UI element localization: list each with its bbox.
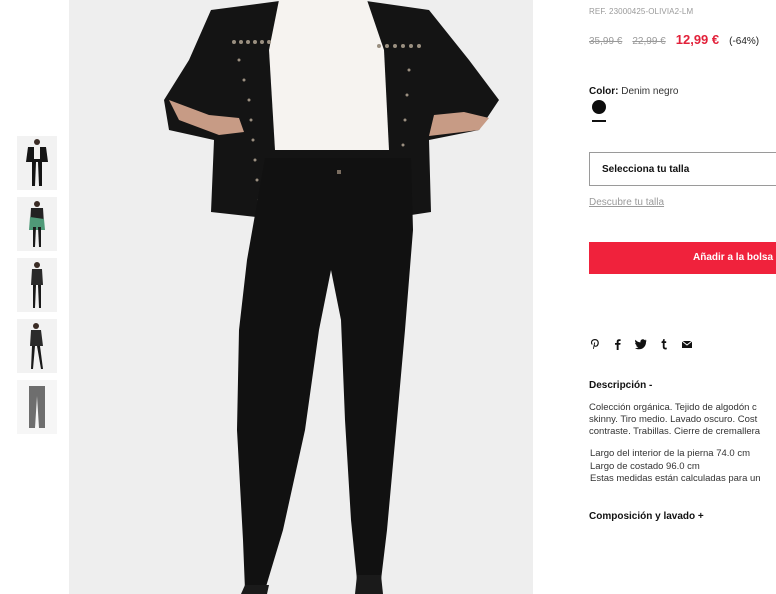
discount-badge: (-64%): [729, 36, 760, 47]
size-guide-link[interactable]: Descubre tu talla: [589, 197, 664, 208]
price-row: 35,99 € 22,99 € 12,99 € (-64%): [589, 32, 759, 47]
description-line: contraste. Trabillas. Cierre de cremalle…: [589, 426, 761, 437]
tumblr-icon[interactable]: [658, 338, 670, 350]
pinterest-icon[interactable]: [589, 338, 601, 350]
measure-line: Largo del interior de la pierna 74.0 cm: [590, 448, 751, 459]
measure-line: Estas medidas están calculadas para un: [590, 473, 761, 484]
thumbnail-3[interactable]: [17, 258, 57, 312]
product-reference: REF. 23000425-OLIVIA2-LM: [589, 7, 694, 16]
facebook-icon[interactable]: [612, 338, 624, 350]
sale-price: 12,99 €: [675, 32, 720, 47]
add-to-bag-button[interactable]: Añadir a la bolsa: [589, 242, 776, 274]
product-info-panel: REF. 23000425-OLIVIA2-LM 35,99 € 22,99 €…: [589, 0, 776, 594]
measurements: Largo del interior de la pierna 74.0 cm …: [590, 448, 761, 486]
product-main-image[interactable]: [69, 0, 533, 594]
color-swatch-denim-negro[interactable]: [592, 100, 606, 114]
email-icon[interactable]: [681, 338, 693, 350]
thumbnail-2[interactable]: [17, 197, 57, 251]
color-info: Color: Denim negro: [589, 86, 679, 97]
twitter-icon[interactable]: [635, 338, 647, 350]
description-text: Colección orgánica. Tejido de algodón c …: [589, 402, 776, 438]
description-line: skinny. Tiro medio. Lavado oscuro. Cost: [589, 414, 758, 425]
product-page: REF. 23000425-OLIVIA2-LM 35,99 € 22,99 €…: [0, 0, 776, 594]
thumbnail-1[interactable]: [17, 136, 57, 190]
size-select[interactable]: Selecciona tu talla: [589, 152, 776, 186]
selected-swatch-indicator: [592, 120, 606, 122]
description-toggle[interactable]: Descripción -: [589, 380, 652, 391]
description-line: Colección orgánica. Tejido de algodón c: [589, 402, 757, 413]
color-value: Denim negro: [621, 86, 679, 97]
previous-price: 22,99 €: [632, 36, 666, 47]
measure-line: Largo de costado 96.0 cm: [590, 460, 700, 472]
original-price: 35,99 €: [589, 36, 623, 47]
thumbnail-4[interactable]: [17, 319, 57, 373]
share-icons: [589, 338, 704, 350]
thumbnail-list: [17, 136, 57, 441]
thumbnail-5[interactable]: [17, 380, 57, 434]
composition-toggle[interactable]: Composición y lavado +: [589, 511, 704, 522]
color-label: Color:: [589, 86, 619, 97]
